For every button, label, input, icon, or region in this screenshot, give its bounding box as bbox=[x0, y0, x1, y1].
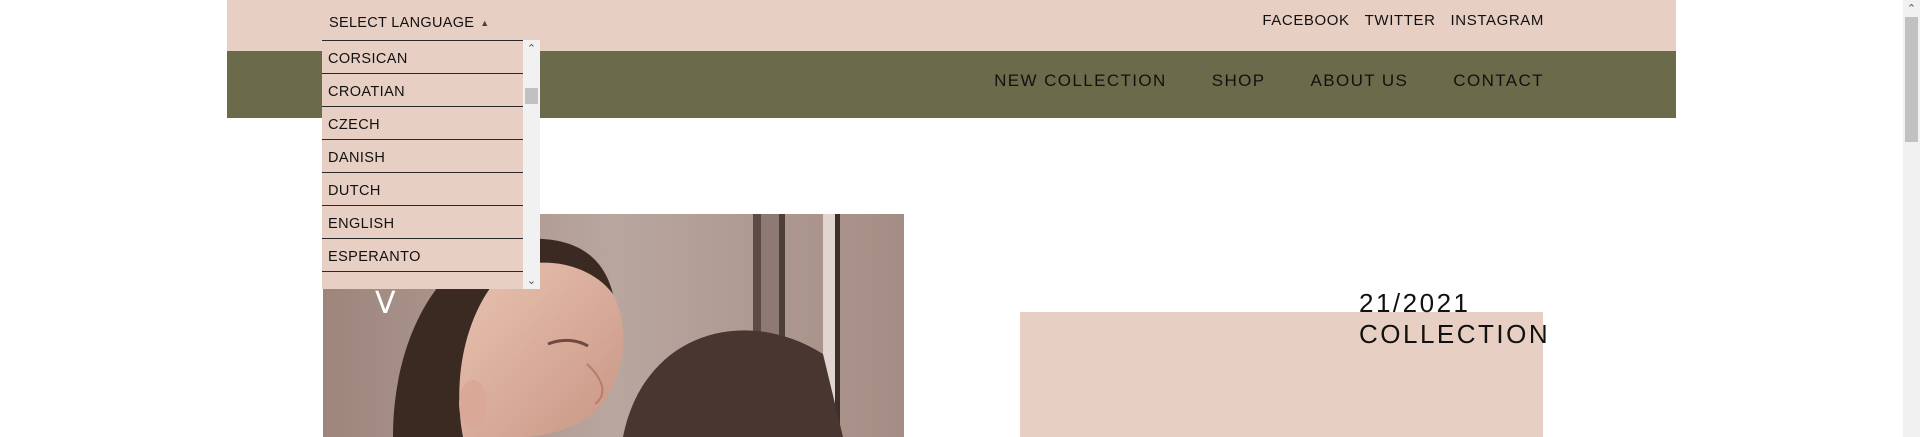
collection-heading: 21/2021 COLLECTION bbox=[1359, 288, 1550, 350]
nav-new-collection[interactable]: NEW COLLECTION bbox=[994, 71, 1167, 91]
select-language-label: SELECT LANGUAGE bbox=[329, 15, 475, 31]
dropdown-scrollbar-thumb[interactable] bbox=[525, 88, 538, 104]
nav-shop[interactable]: SHOP bbox=[1212, 71, 1266, 91]
twitter-link[interactable]: TWITTER bbox=[1365, 12, 1436, 29]
social-links: FACEBOOK TWITTER INSTAGRAM bbox=[1262, 12, 1544, 29]
collection-label: COLLECTION bbox=[1359, 319, 1551, 349]
language-option-next[interactable] bbox=[322, 271, 523, 289]
collection-year: 21/2021 bbox=[1359, 288, 1471, 318]
language-option-esperanto[interactable]: ESPERANTO bbox=[322, 238, 523, 271]
language-option-danish[interactable]: DANISH bbox=[322, 139, 523, 172]
triangle-up-icon: ▲ bbox=[480, 18, 490, 28]
language-option-czech[interactable]: CZECH bbox=[322, 106, 523, 139]
scroll-up-arrow-icon[interactable]: ⌃ bbox=[1903, 0, 1920, 17]
page-scrollbar-thumb[interactable] bbox=[1905, 17, 1918, 142]
language-option-corsican[interactable]: CORSICAN bbox=[322, 40, 523, 73]
page-scrollbar[interactable]: ⌃ bbox=[1903, 0, 1920, 437]
language-option-croatian[interactable]: CROATIAN bbox=[322, 73, 523, 106]
language-option-english[interactable]: ENGLISH bbox=[322, 205, 523, 238]
language-list: CORSICAN CROATIAN CZECH DANISH DUTCH ENG… bbox=[322, 40, 523, 289]
nav-about-us[interactable]: ABOUT US bbox=[1311, 71, 1409, 91]
select-language-toggle[interactable]: SELECT LANGUAGE ▲ bbox=[329, 14, 489, 32]
facebook-link[interactable]: FACEBOOK bbox=[1262, 12, 1349, 29]
nav-contact[interactable]: CONTACT bbox=[1453, 71, 1544, 91]
dropdown-scrollbar[interactable]: ⌃ ⌄ bbox=[523, 40, 540, 289]
language-option-dutch[interactable]: DUTCH bbox=[322, 172, 523, 205]
main-nav: NEW COLLECTION SHOP ABOUT US CONTACT bbox=[994, 71, 1544, 91]
chevron-up-icon[interactable]: ⌃ bbox=[523, 40, 540, 57]
chevron-down-icon[interactable]: ⌄ bbox=[523, 272, 540, 289]
instagram-link[interactable]: INSTAGRAM bbox=[1451, 12, 1544, 29]
language-dropdown[interactable]: CORSICAN CROATIAN CZECH DANISH DUTCH ENG… bbox=[322, 40, 540, 289]
hero-overlay-letter: V bbox=[375, 286, 396, 321]
